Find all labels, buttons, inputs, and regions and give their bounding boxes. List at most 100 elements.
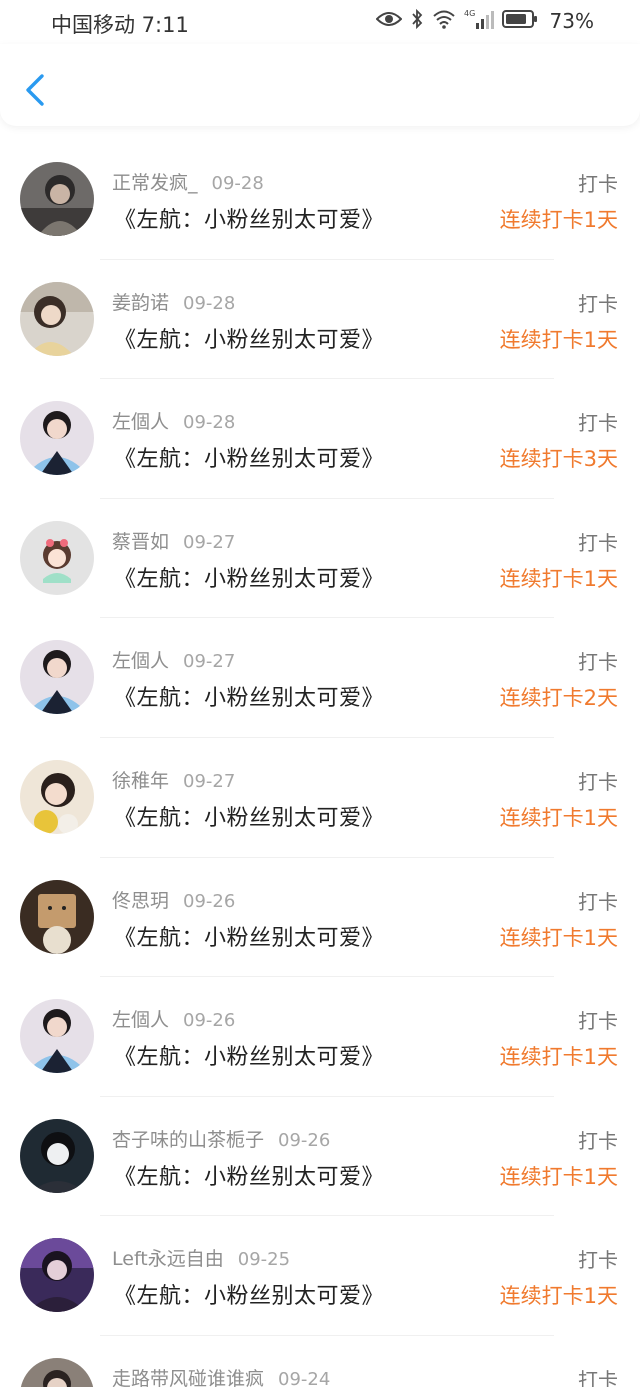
entry-date: 09-26 <box>278 1129 331 1151</box>
avatar[interactable] <box>20 281 94 356</box>
username[interactable]: 蔡晋如 <box>112 531 169 553</box>
book-title[interactable]: 《左航：小粉丝别太可爱》 <box>114 1159 384 1191</box>
avatar[interactable] <box>20 401 94 476</box>
avatar[interactable] <box>20 640 94 715</box>
chevron-left-icon <box>26 74 44 106</box>
carrier-time: 中国移动 7:11 <box>51 13 189 37</box>
avatar[interactable] <box>20 1238 94 1313</box>
list-item[interactable]: 左個人 09-27 《左航：小粉丝别太可爱》 打卡 连续打卡2天 <box>0 618 640 738</box>
entry-meta: 佟思玥 09-26 <box>112 886 235 913</box>
wifi-icon <box>432 9 456 33</box>
entry-meta: 左個人 09-28 <box>112 407 235 434</box>
network-label: 4G <box>464 9 475 18</box>
checkin-list: 正常发疯_ 09-28 《左航：小粉丝别太可爱》 打卡 连续打卡1天 姜韵诺 09-… <box>0 140 640 1387</box>
avatar[interactable] <box>20 520 94 595</box>
entry-date: 09-28 <box>183 292 236 314</box>
entry-meta: 走路带风碰谁谁疯 09-24 <box>112 1364 330 1387</box>
streak-label: 连续打卡2天 <box>499 686 618 711</box>
entry-meta: 正常发疯_ 09-28 <box>112 168 264 195</box>
streak-label: 连续打卡1天 <box>499 208 618 232</box>
list-item[interactable]: 杏子味的山茶栀子 09-26 《左航：小粉丝别太可爱》 打卡 连续打卡1天 <box>0 1097 640 1217</box>
book-title[interactable]: 《左航：小粉丝别太可爱》 <box>114 561 384 593</box>
streak-label: 连续打卡1天 <box>499 327 618 352</box>
username[interactable]: 杏子味的山茶栀子 <box>112 1129 264 1151</box>
username[interactable]: 徐稚年 <box>112 770 169 792</box>
entry-date: 09-28 <box>183 412 236 434</box>
list-item[interactable]: Left永远自由 09-25 《左航：小粉丝别太可爱》 打卡 连续打卡1天 <box>0 1216 640 1336</box>
checkin-type: 打卡 <box>578 889 618 914</box>
avatar[interactable] <box>20 1357 94 1387</box>
book-title[interactable]: 《左航：小粉丝别太可爱》 <box>114 680 384 712</box>
username[interactable]: 佟思玥 <box>112 890 169 912</box>
bluetooth-icon <box>410 8 424 34</box>
entry-date: 09-27 <box>183 770 236 792</box>
book-title[interactable]: 《左航：小粉丝别太可爱》 <box>114 441 384 473</box>
entry-date: 09-26 <box>183 1010 236 1032</box>
username[interactable]: 走路带风碰谁谁疯 <box>112 1368 264 1387</box>
username[interactable]: Left永远自由 <box>112 1248 224 1270</box>
book-title[interactable]: 《左航：小粉丝别太可爱》 <box>114 322 384 354</box>
list-item[interactable]: 徐稚年 09-27 《左航：小粉丝别太可爱》 打卡 连续打卡1天 <box>0 738 640 858</box>
book-title[interactable]: 《左航：小粉丝别太可爱》 <box>114 920 384 952</box>
list-item[interactable]: 左個人 09-26 《左航：小粉丝别太可爱》 打卡 连续打卡1天 <box>0 977 640 1097</box>
checkin-type: 打卡 <box>578 411 618 436</box>
avatar[interactable] <box>20 999 94 1074</box>
book-title[interactable]: 《左航：小粉丝别太可爱》 <box>114 800 384 832</box>
entry-meta: 蔡晋如 09-27 <box>112 527 235 554</box>
entry-date: 09-27 <box>183 651 236 673</box>
entry-date: 09-24 <box>278 1368 331 1387</box>
battery-percent: 73% <box>549 9 594 33</box>
book-title[interactable]: 《左航：小粉丝别太可爱》 <box>114 202 384 234</box>
eye-icon <box>375 10 402 32</box>
list-item[interactable]: 蔡晋如 09-27 《左航：小粉丝别太可爱》 打卡 连续打卡1天 <box>0 499 640 619</box>
streak-label: 连续打卡1天 <box>499 1284 618 1309</box>
list-item[interactable]: 左個人 09-28 《左航：小粉丝别太可爱》 打卡 连续打卡3天 <box>0 379 640 499</box>
checkin-type: 打卡 <box>578 530 618 555</box>
checkin-type: 打卡 <box>578 291 618 316</box>
nav-bar <box>0 44 640 126</box>
entry-meta: Left永远自由 09-25 <box>112 1244 290 1271</box>
status-bar: 中国移动 7:11 4G 73% <box>0 0 640 44</box>
status-icons: 4G 73% <box>375 8 594 34</box>
back-button[interactable] <box>18 70 52 110</box>
username[interactable]: 姜韵诺 <box>112 292 169 314</box>
checkin-type: 打卡 <box>578 1128 618 1153</box>
list-item[interactable]: 正常发疯_ 09-28 《左航：小粉丝别太可爱》 打卡 连续打卡1天 <box>0 140 640 260</box>
streak-label: 连续打卡1天 <box>499 805 618 830</box>
checkin-type: 打卡 <box>578 1009 618 1034</box>
list-item[interactable]: 佟思玥 09-26 《左航：小粉丝别太可爱》 打卡 连续打卡1天 <box>0 858 640 978</box>
entry-date: 09-28 <box>211 173 264 194</box>
battery-icon <box>501 9 538 33</box>
streak-label: 连续打卡1天 <box>499 925 618 950</box>
checkin-type: 打卡 <box>578 1367 618 1387</box>
streak-label: 连续打卡1天 <box>499 1164 618 1189</box>
list-item[interactable]: 走路带风碰谁谁疯 09-24 打卡 <box>0 1336 640 1387</box>
username[interactable]: 左個人 <box>112 411 169 433</box>
entry-meta: 左個人 09-27 <box>112 646 235 673</box>
username[interactable]: 正常发疯_ <box>112 172 198 194</box>
list-item[interactable]: 姜韵诺 09-28 《左航：小粉丝别太可爱》 打卡 连续打卡1天 <box>0 260 640 380</box>
username[interactable]: 左個人 <box>112 650 169 672</box>
checkin-type: 打卡 <box>578 650 618 675</box>
checkin-type: 打卡 <box>578 769 618 794</box>
checkin-type: 打卡 <box>578 1248 618 1273</box>
entry-date: 09-26 <box>183 890 236 912</box>
entry-date: 09-25 <box>237 1249 291 1271</box>
avatar[interactable] <box>20 759 94 834</box>
avatar[interactable] <box>20 879 94 954</box>
entry-meta: 杏子味的山茶栀子 09-26 <box>112 1125 330 1152</box>
entry-meta: 左個人 09-26 <box>112 1005 235 1032</box>
streak-label: 连续打卡1天 <box>499 1045 618 1070</box>
avatar[interactable] <box>20 162 94 236</box>
streak-label: 连续打卡1天 <box>499 566 618 591</box>
entry-meta: 徐稚年 09-27 <box>112 766 235 793</box>
book-title[interactable]: 《左航：小粉丝别太可爱》 <box>114 1278 384 1310</box>
avatar[interactable] <box>20 1118 94 1193</box>
streak-label: 连续打卡3天 <box>499 447 618 472</box>
entry-meta: 姜韵诺 09-28 <box>112 288 235 315</box>
checkin-type: 打卡 <box>578 172 618 196</box>
entry-date: 09-27 <box>183 531 236 553</box>
signal-icon: 4G <box>464 8 494 34</box>
username[interactable]: 左個人 <box>112 1009 169 1031</box>
book-title[interactable]: 《左航：小粉丝别太可爱》 <box>114 1039 384 1071</box>
